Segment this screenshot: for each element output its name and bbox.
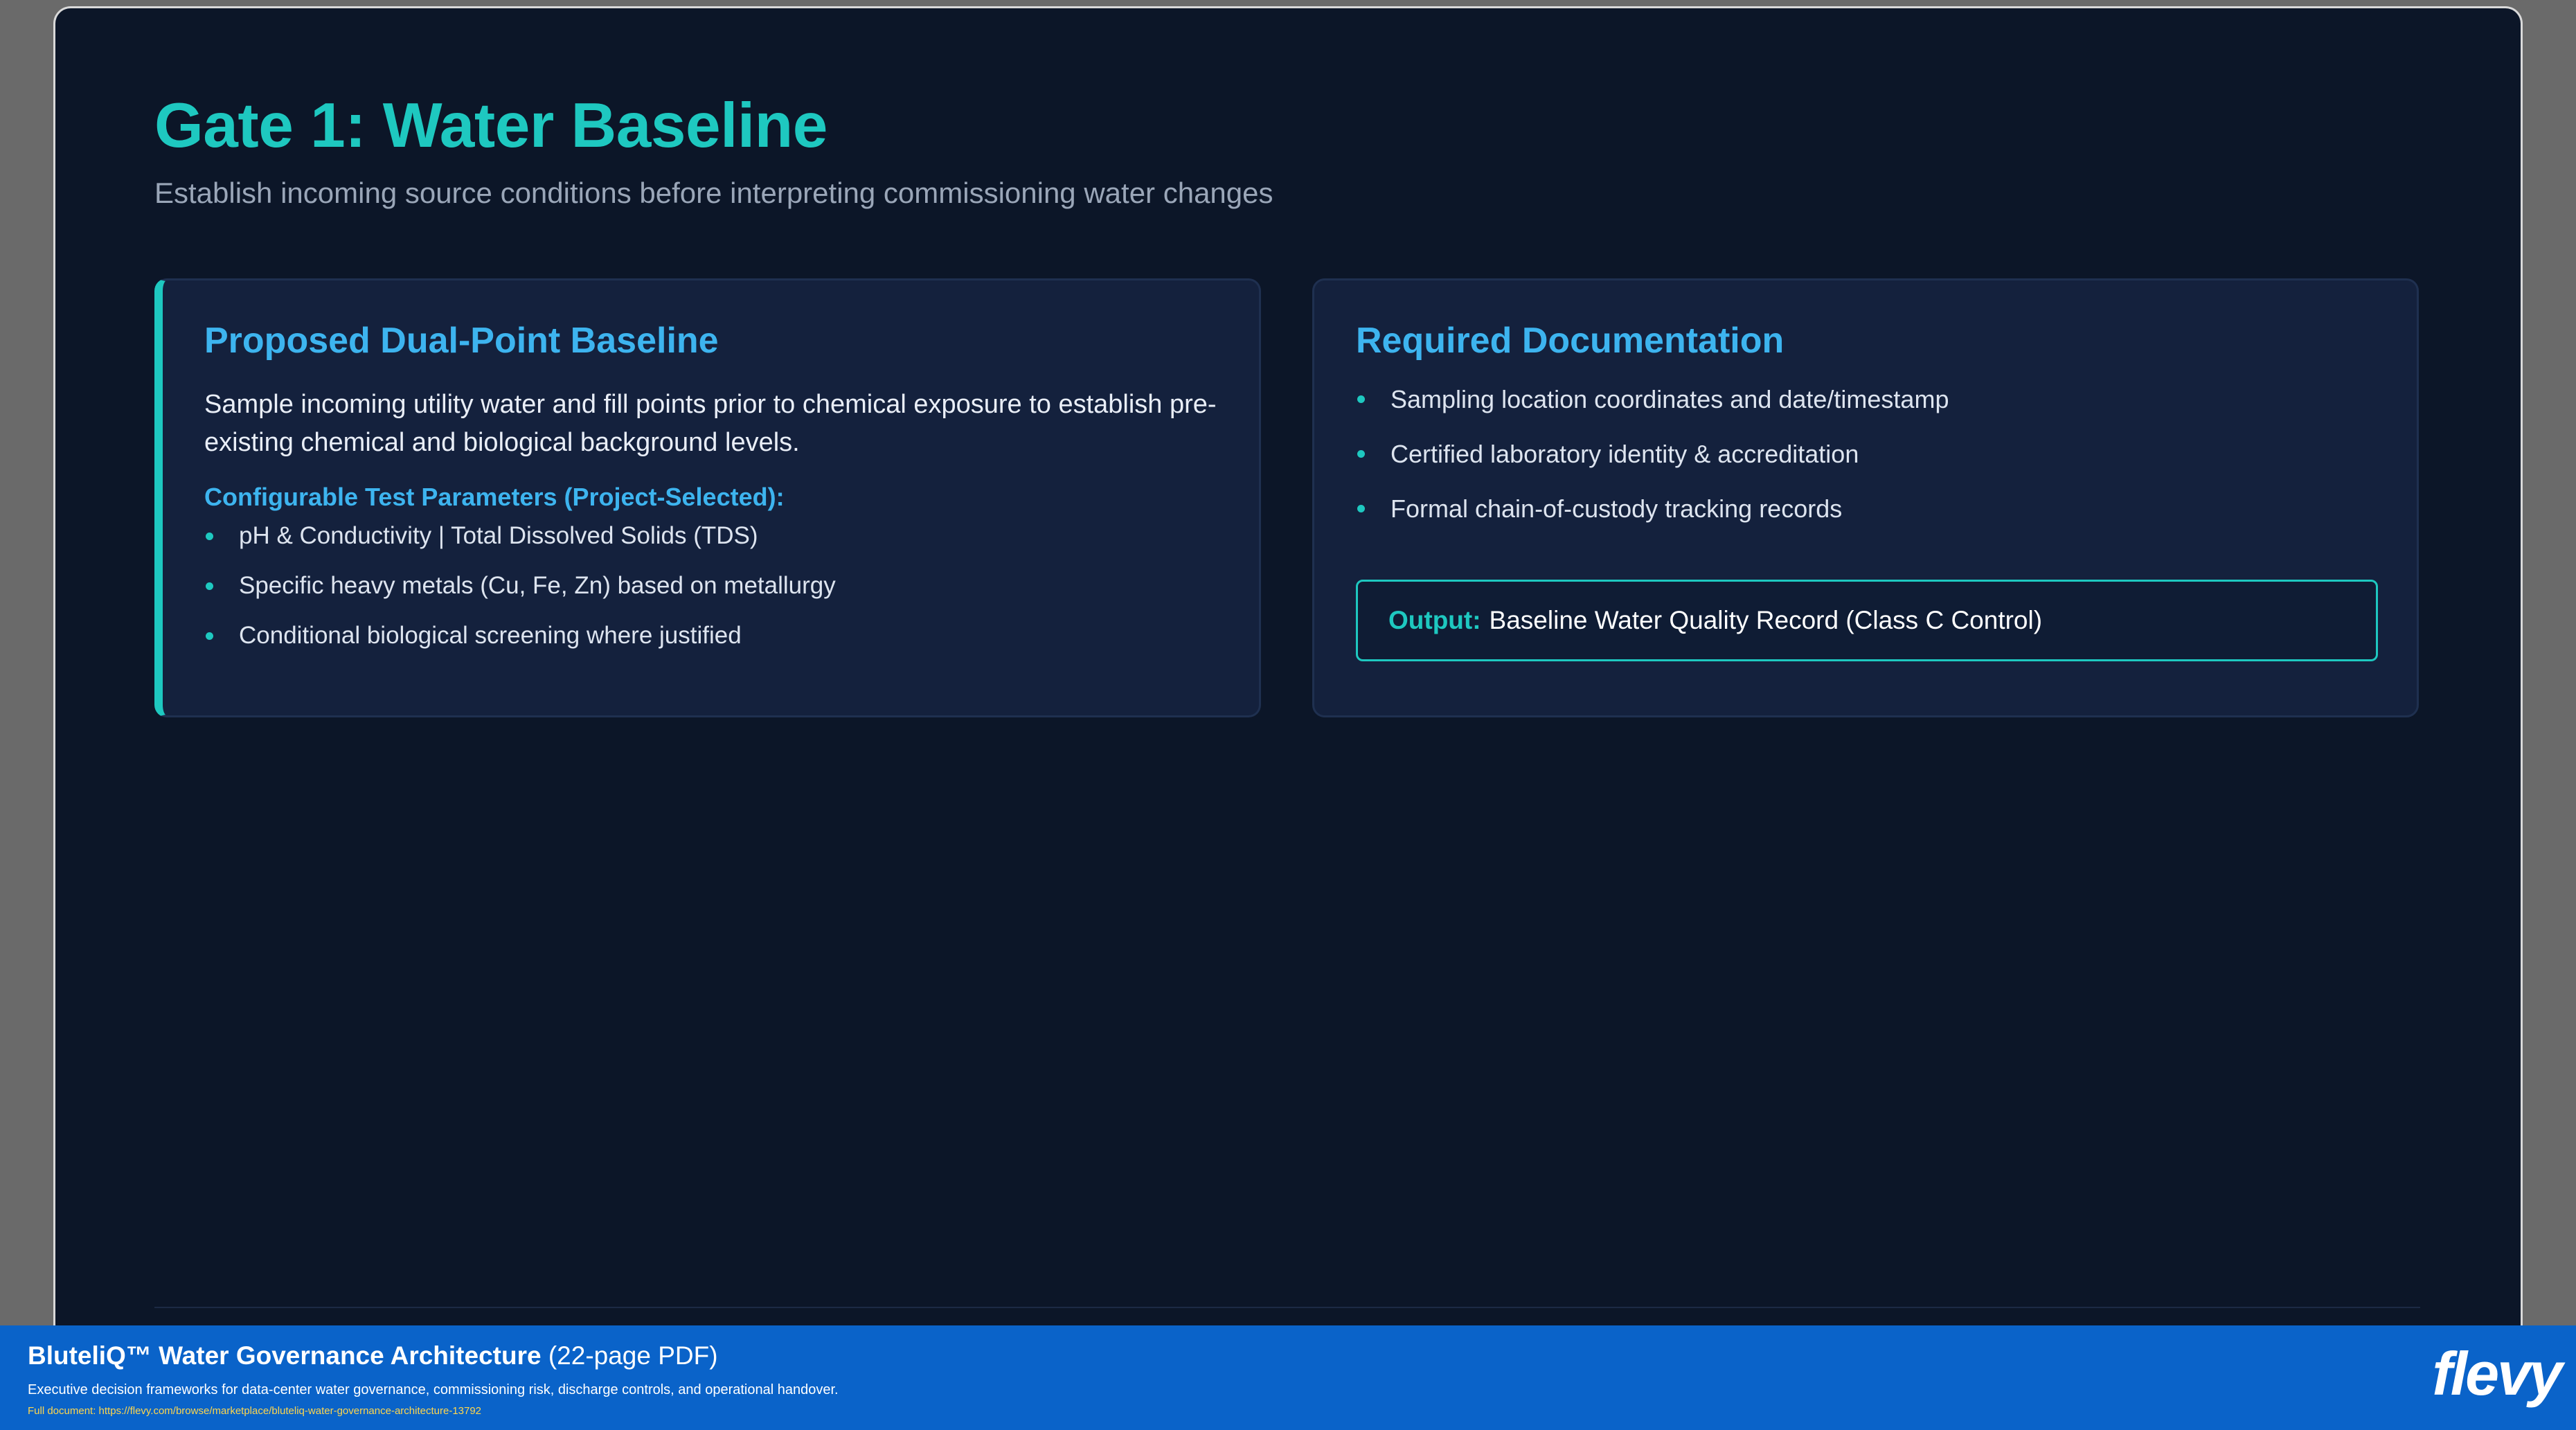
output-box: Output: Baseline Water Quality Record (C… [1356,580,2378,661]
slide-content: Gate 1: Water Baseline Establish incomin… [154,91,2420,717]
list-item: Sampling location coordinates and date/t… [1356,384,2381,414]
documentation-list: Sampling location coordinates and date/t… [1356,384,2381,524]
flevy-logo[interactable]: flevy [2432,1343,2563,1404]
baseline-card-heading: Proposed Dual-Point Baseline [204,321,719,361]
bullet-icon [206,632,213,640]
documentation-card-body: Required Documentation Sampling location… [1356,321,2381,548]
bullet-icon [1357,505,1365,513]
list-item: pH & Conductivity | Total Dissolved Soli… [204,521,1229,551]
list-item-text: Formal chain-of-custody tracking records [1390,494,1843,524]
list-item-text: Certified laboratory identity & accredit… [1390,439,1859,468]
output-label: Output: [1388,606,1481,634]
list-item-text: Specific heavy metals (Cu, Fe, Zn) based… [239,571,836,599]
test-parameters-list: pH & Conductivity | Total Dissolved Soli… [204,521,1229,650]
documentation-card-heading: Required Documentation [1356,321,1785,361]
banner-description: Executive decision frameworks for data-c… [28,1382,839,1397]
bullet-icon [206,532,213,540]
output-value: Baseline Water Quality Record (Class C C… [1489,606,2043,634]
list-item-text: Sampling location coordinates and date/t… [1390,384,1949,413]
baseline-card-body: Proposed Dual-Point Baseline Sample inco… [204,321,1229,671]
bullet-icon [1357,449,1365,458]
banner-page-count: (22-page PDF) [548,1341,718,1370]
bullet-icon [1357,395,1365,403]
banner-document-link[interactable]: Full document: https://flevy.com/browse/… [28,1405,481,1417]
list-item: Specific heavy metals (Cu, Fe, Zn) based… [204,571,1229,600]
bullet-icon [206,582,213,590]
baseline-card: Proposed Dual-Point Baseline Sample inco… [154,278,1261,717]
slide: Gate 1: Water Baseline Establish incomin… [55,8,2521,1430]
baseline-card-description: Sample incoming utility water and fill p… [204,389,1217,457]
document-banner: BluteliQ™ Water Governance Architecture … [0,1325,2576,1430]
slide-title: Gate 1: Water Baseline [154,91,828,161]
slide-subtitle: Establish incoming source conditions bef… [154,177,1273,210]
list-item-text: Conditional biological screening where j… [239,621,742,649]
list-item-text: pH & Conductivity | Total Dissolved Soli… [239,521,758,549]
list-item: Conditional biological screening where j… [204,621,1229,650]
cards-row: Proposed Dual-Point Baseline Sample inco… [154,278,2420,722]
banner-title: BluteliQ™ Water Governance Architecture … [28,1341,718,1371]
footer-divider [154,1307,2420,1308]
documentation-card: Required Documentation Sampling location… [1312,278,2419,717]
test-parameters-heading: Configurable Test Parameters (Project-Se… [204,482,785,511]
list-item: Formal chain-of-custody tracking records [1356,494,2381,524]
list-item: Certified laboratory identity & accredit… [1356,439,2381,469]
banner-document-name: BluteliQ™ Water Governance Architecture [28,1341,542,1370]
